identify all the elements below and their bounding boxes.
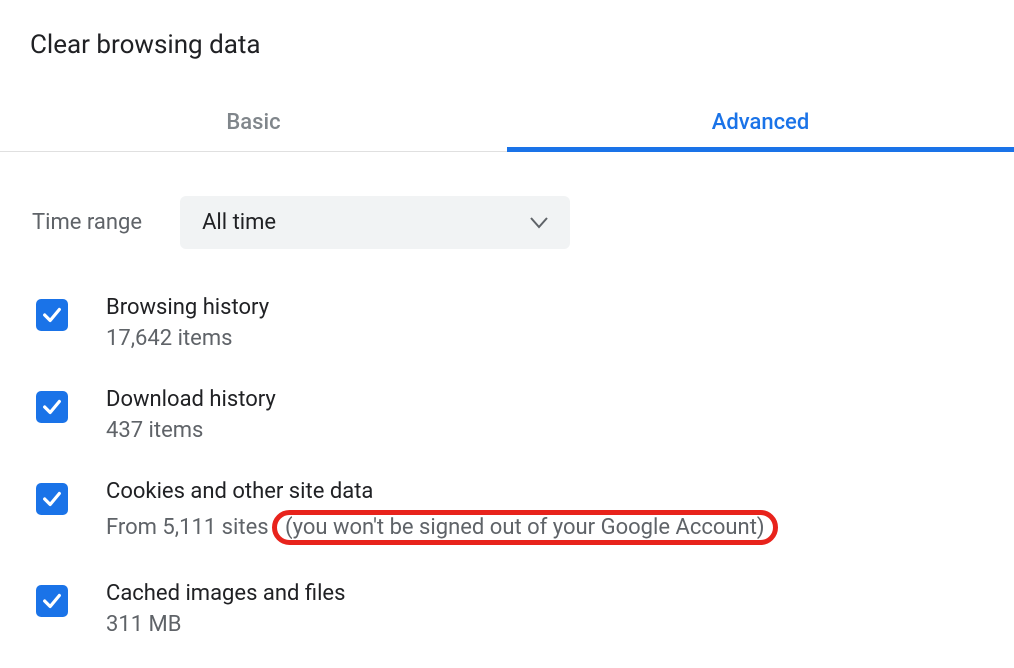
option-cache: Cached images and files 311 MB — [36, 581, 1014, 637]
time-range-row: Time range All time — [0, 152, 1014, 249]
option-sub: 311 MB — [106, 612, 345, 637]
checkbox-cache[interactable] — [36, 585, 68, 617]
time-range-label: Time range — [32, 210, 142, 235]
option-browsing-history: Browsing history 17,642 items — [36, 295, 1014, 351]
option-download-history: Download history 437 items — [36, 387, 1014, 443]
checkbox-download-history[interactable] — [36, 391, 68, 423]
option-sub: 17,642 items — [106, 326, 269, 351]
chevron-down-icon — [530, 217, 548, 229]
checkbox-browsing-history[interactable] — [36, 299, 68, 331]
option-sub: 437 items — [106, 418, 276, 443]
options-list: Browsing history 17,642 items Download h… — [0, 249, 1014, 637]
tab-basic[interactable]: Basic — [0, 96, 507, 151]
option-cookies: Cookies and other site data From 5,111 s… — [36, 479, 1014, 545]
option-title: Cached images and files — [106, 581, 345, 606]
option-sub: From 5,111 sites (you won't be signed ou… — [106, 510, 778, 545]
option-title: Browsing history — [106, 295, 269, 320]
cookies-sub-prefix: From 5,111 sites — [106, 515, 274, 540]
option-title: Download history — [106, 387, 276, 412]
option-title: Cookies and other site data — [106, 479, 778, 504]
time-range-value: All time — [202, 210, 276, 235]
checkbox-cookies[interactable] — [36, 483, 68, 515]
time-range-select[interactable]: All time — [180, 196, 570, 249]
cookies-annotation: (you won't be signed out of your Google … — [272, 510, 778, 545]
dialog-title: Clear browsing data — [0, 0, 1014, 60]
tabs: Basic Advanced — [0, 96, 1014, 152]
tab-advanced[interactable]: Advanced — [507, 96, 1014, 151]
